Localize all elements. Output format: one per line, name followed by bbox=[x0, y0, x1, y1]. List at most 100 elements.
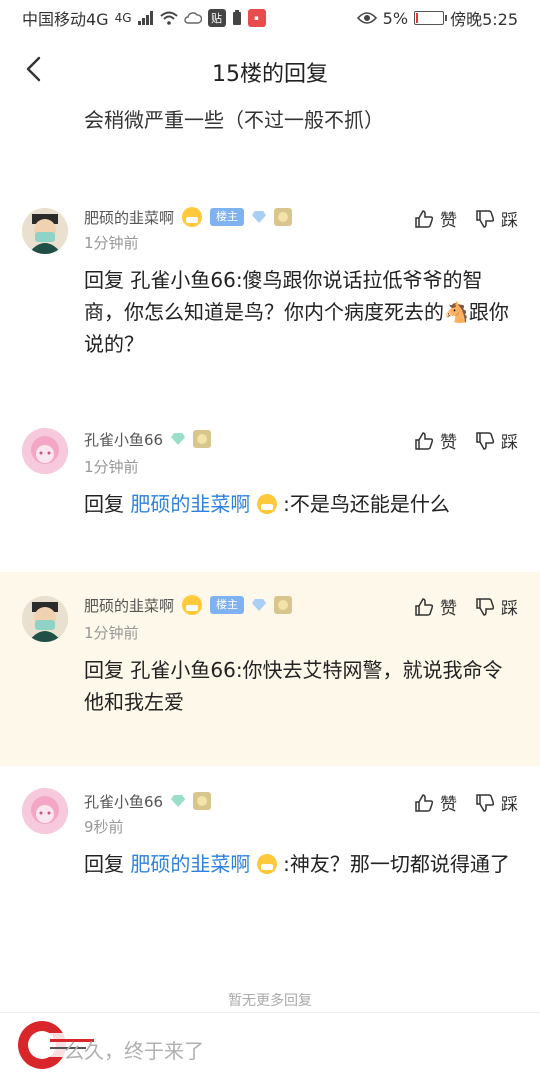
avatar[interactable] bbox=[22, 596, 68, 642]
reply-target[interactable]: 孔雀小鱼66 bbox=[130, 658, 235, 682]
previous-reply-tail: 会稍微严重一些（不过一般不抓） bbox=[84, 108, 384, 132]
post-time: 1分钟前 bbox=[84, 624, 139, 642]
signal-icon bbox=[137, 11, 153, 25]
medal-icon bbox=[193, 430, 212, 448]
like-button[interactable]: 赞 bbox=[414, 790, 457, 815]
medal-icon bbox=[193, 792, 212, 810]
reply-item-highlighted: 肥硕的韭菜啊 楼主 1分钟前 赞 踩 回复 孔雀小鱼66:你快去艾特网警，就说我… bbox=[0, 572, 540, 766]
post-actions: 赞 踩 bbox=[414, 428, 518, 453]
page-title: 15楼的回复 bbox=[212, 62, 328, 87]
nav-bar: 15楼的回复 bbox=[0, 36, 540, 102]
user-avatar-image bbox=[22, 788, 68, 834]
level-gem-icon bbox=[252, 599, 267, 611]
lz-badge: 楼主 bbox=[210, 208, 245, 226]
author-name[interactable]: 孔雀小鱼66 bbox=[84, 429, 163, 450]
author-name[interactable]: 肥硕的韭菜啊 bbox=[84, 595, 174, 616]
status-bar: 中国移动4G 4G 贴 ▪ 5% 傍晚5:25 bbox=[0, 0, 540, 36]
like-button[interactable]: 赞 bbox=[414, 428, 457, 453]
author-row: 肥硕的韭菜啊 楼主 bbox=[84, 594, 293, 616]
like-button[interactable]: 赞 bbox=[414, 594, 457, 619]
wifi-icon bbox=[159, 11, 178, 25]
battery-icon bbox=[414, 11, 448, 25]
reply-body: :神友？那一切都说得通了 bbox=[283, 852, 510, 876]
author-name[interactable]: 肥硕的韭菜啊 bbox=[84, 207, 174, 228]
reply-body: :不是鸟还能是什么 bbox=[283, 492, 450, 516]
thumb-up-icon bbox=[415, 793, 434, 812]
status-time: 傍晚5:25 bbox=[450, 10, 518, 29]
eye-icon bbox=[356, 12, 377, 24]
author-row: 孔雀小鱼66 bbox=[84, 428, 212, 450]
thumb-down-icon bbox=[476, 431, 495, 450]
like-label: 赞 bbox=[440, 599, 457, 619]
post-time: 9秒前 bbox=[84, 818, 124, 836]
reply-content: 回复 肥硕的韭菜啊 :不是鸟还能是什么 bbox=[84, 488, 514, 520]
dislike-label: 踩 bbox=[501, 599, 518, 619]
network-badge: 4G bbox=[114, 11, 132, 25]
dislike-button[interactable]: 踩 bbox=[475, 790, 518, 815]
status-right: 5% 傍晚5:25 bbox=[356, 6, 518, 30]
reply-content: 回复 孔雀小鱼66:你快去艾特网警，就说我命令他和我左爱 bbox=[84, 654, 514, 718]
reply-content: 回复 肥硕的韭菜啊 :神友？那一切都说得通了 bbox=[84, 848, 514, 880]
battery-alert-icon bbox=[232, 10, 241, 25]
reply-content: 回复 孔雀小鱼66:傻鸟跟你说话拉低爷爷的智商，你怎么知道是鸟？你内个病度死去的… bbox=[84, 264, 514, 360]
post-actions: 赞 踩 bbox=[414, 790, 518, 815]
dislike-button[interactable]: 踩 bbox=[475, 428, 518, 453]
battery-percent: 5% bbox=[382, 8, 409, 28]
level-gem-icon bbox=[252, 211, 267, 223]
thumb-down-icon bbox=[476, 209, 495, 228]
user-avatar-image bbox=[22, 208, 68, 254]
lz-badge: 楼主 bbox=[210, 596, 245, 614]
thumb-down-icon bbox=[476, 597, 495, 616]
thumb-down-icon bbox=[476, 793, 495, 812]
reply-item: 孔雀小鱼66 9秒前 赞 踩 回复 肥硕的韭菜啊 :神友？那一切都说得通了 bbox=[0, 770, 540, 920]
avatar[interactable] bbox=[22, 428, 68, 474]
app-notification-icon: ▪ bbox=[247, 9, 266, 27]
medal-icon bbox=[274, 208, 293, 226]
reply-item: 孔雀小鱼66 1分钟前 赞 踩 回复 肥硕的韭菜啊 :不是鸟还能是什么 bbox=[0, 410, 540, 560]
battery-fill bbox=[416, 13, 419, 23]
post-actions: 赞 踩 bbox=[414, 206, 518, 231]
mask-emoji-icon bbox=[182, 595, 203, 615]
author-name[interactable]: 孔雀小鱼66 bbox=[84, 791, 163, 812]
user-avatar-image bbox=[22, 596, 68, 642]
reply-target[interactable]: 肥硕的韭菜啊 bbox=[130, 852, 250, 876]
mask-emoji-icon bbox=[182, 207, 203, 227]
avatar[interactable] bbox=[22, 788, 68, 834]
dislike-button[interactable]: 踩 bbox=[475, 206, 518, 231]
like-label: 赞 bbox=[440, 211, 457, 231]
user-avatar-image bbox=[22, 428, 68, 474]
status-left: 中国移动4G 4G 贴 ▪ bbox=[22, 6, 266, 30]
mask-emoji-icon bbox=[256, 494, 277, 514]
author-row: 孔雀小鱼66 bbox=[84, 790, 212, 812]
author-row: 肥硕的韭菜啊 楼主 bbox=[84, 206, 293, 228]
like-label: 赞 bbox=[440, 433, 457, 453]
reply-target[interactable]: 肥硕的韭菜啊 bbox=[130, 492, 250, 516]
dislike-label: 踩 bbox=[501, 433, 518, 453]
carrier-label: 中国移动4G bbox=[22, 10, 109, 29]
reply-prefix: 回复 bbox=[84, 268, 124, 292]
reply-input-bar[interactable]: 么久，终于来了 bbox=[0, 1012, 540, 1080]
no-more-replies: 暂无更多回复 bbox=[228, 993, 312, 1009]
like-button[interactable]: 赞 bbox=[414, 206, 457, 231]
cloud-icon bbox=[183, 12, 202, 24]
reply-item: 肥硕的韭菜啊 楼主 1分钟前 赞 踩 回复 孔雀小鱼66:傻鸟跟你说话拉低爷爷的… bbox=[0, 190, 540, 380]
level-gem-icon bbox=[171, 433, 186, 445]
tieba-app-icon: 贴 bbox=[207, 9, 226, 27]
reply-prefix: 回复 bbox=[84, 492, 124, 516]
thumb-up-icon bbox=[415, 597, 434, 616]
level-gem-icon bbox=[171, 795, 186, 807]
reply-input-field[interactable]: 么久，终于来了 bbox=[64, 1035, 204, 1064]
reply-prefix: 回复 bbox=[84, 658, 124, 682]
post-time: 1分钟前 bbox=[84, 234, 139, 252]
post-time: 1分钟前 bbox=[84, 458, 139, 476]
reply-prefix: 回复 bbox=[84, 852, 124, 876]
thumb-up-icon bbox=[415, 209, 434, 228]
dislike-label: 踩 bbox=[501, 795, 518, 815]
medal-icon bbox=[274, 596, 293, 614]
post-actions: 赞 踩 bbox=[414, 594, 518, 619]
avatar[interactable] bbox=[22, 208, 68, 254]
dislike-button[interactable]: 踩 bbox=[475, 594, 518, 619]
thumb-up-icon bbox=[415, 431, 434, 450]
reply-target[interactable]: 孔雀小鱼66 bbox=[130, 268, 235, 292]
dislike-label: 踩 bbox=[501, 211, 518, 231]
